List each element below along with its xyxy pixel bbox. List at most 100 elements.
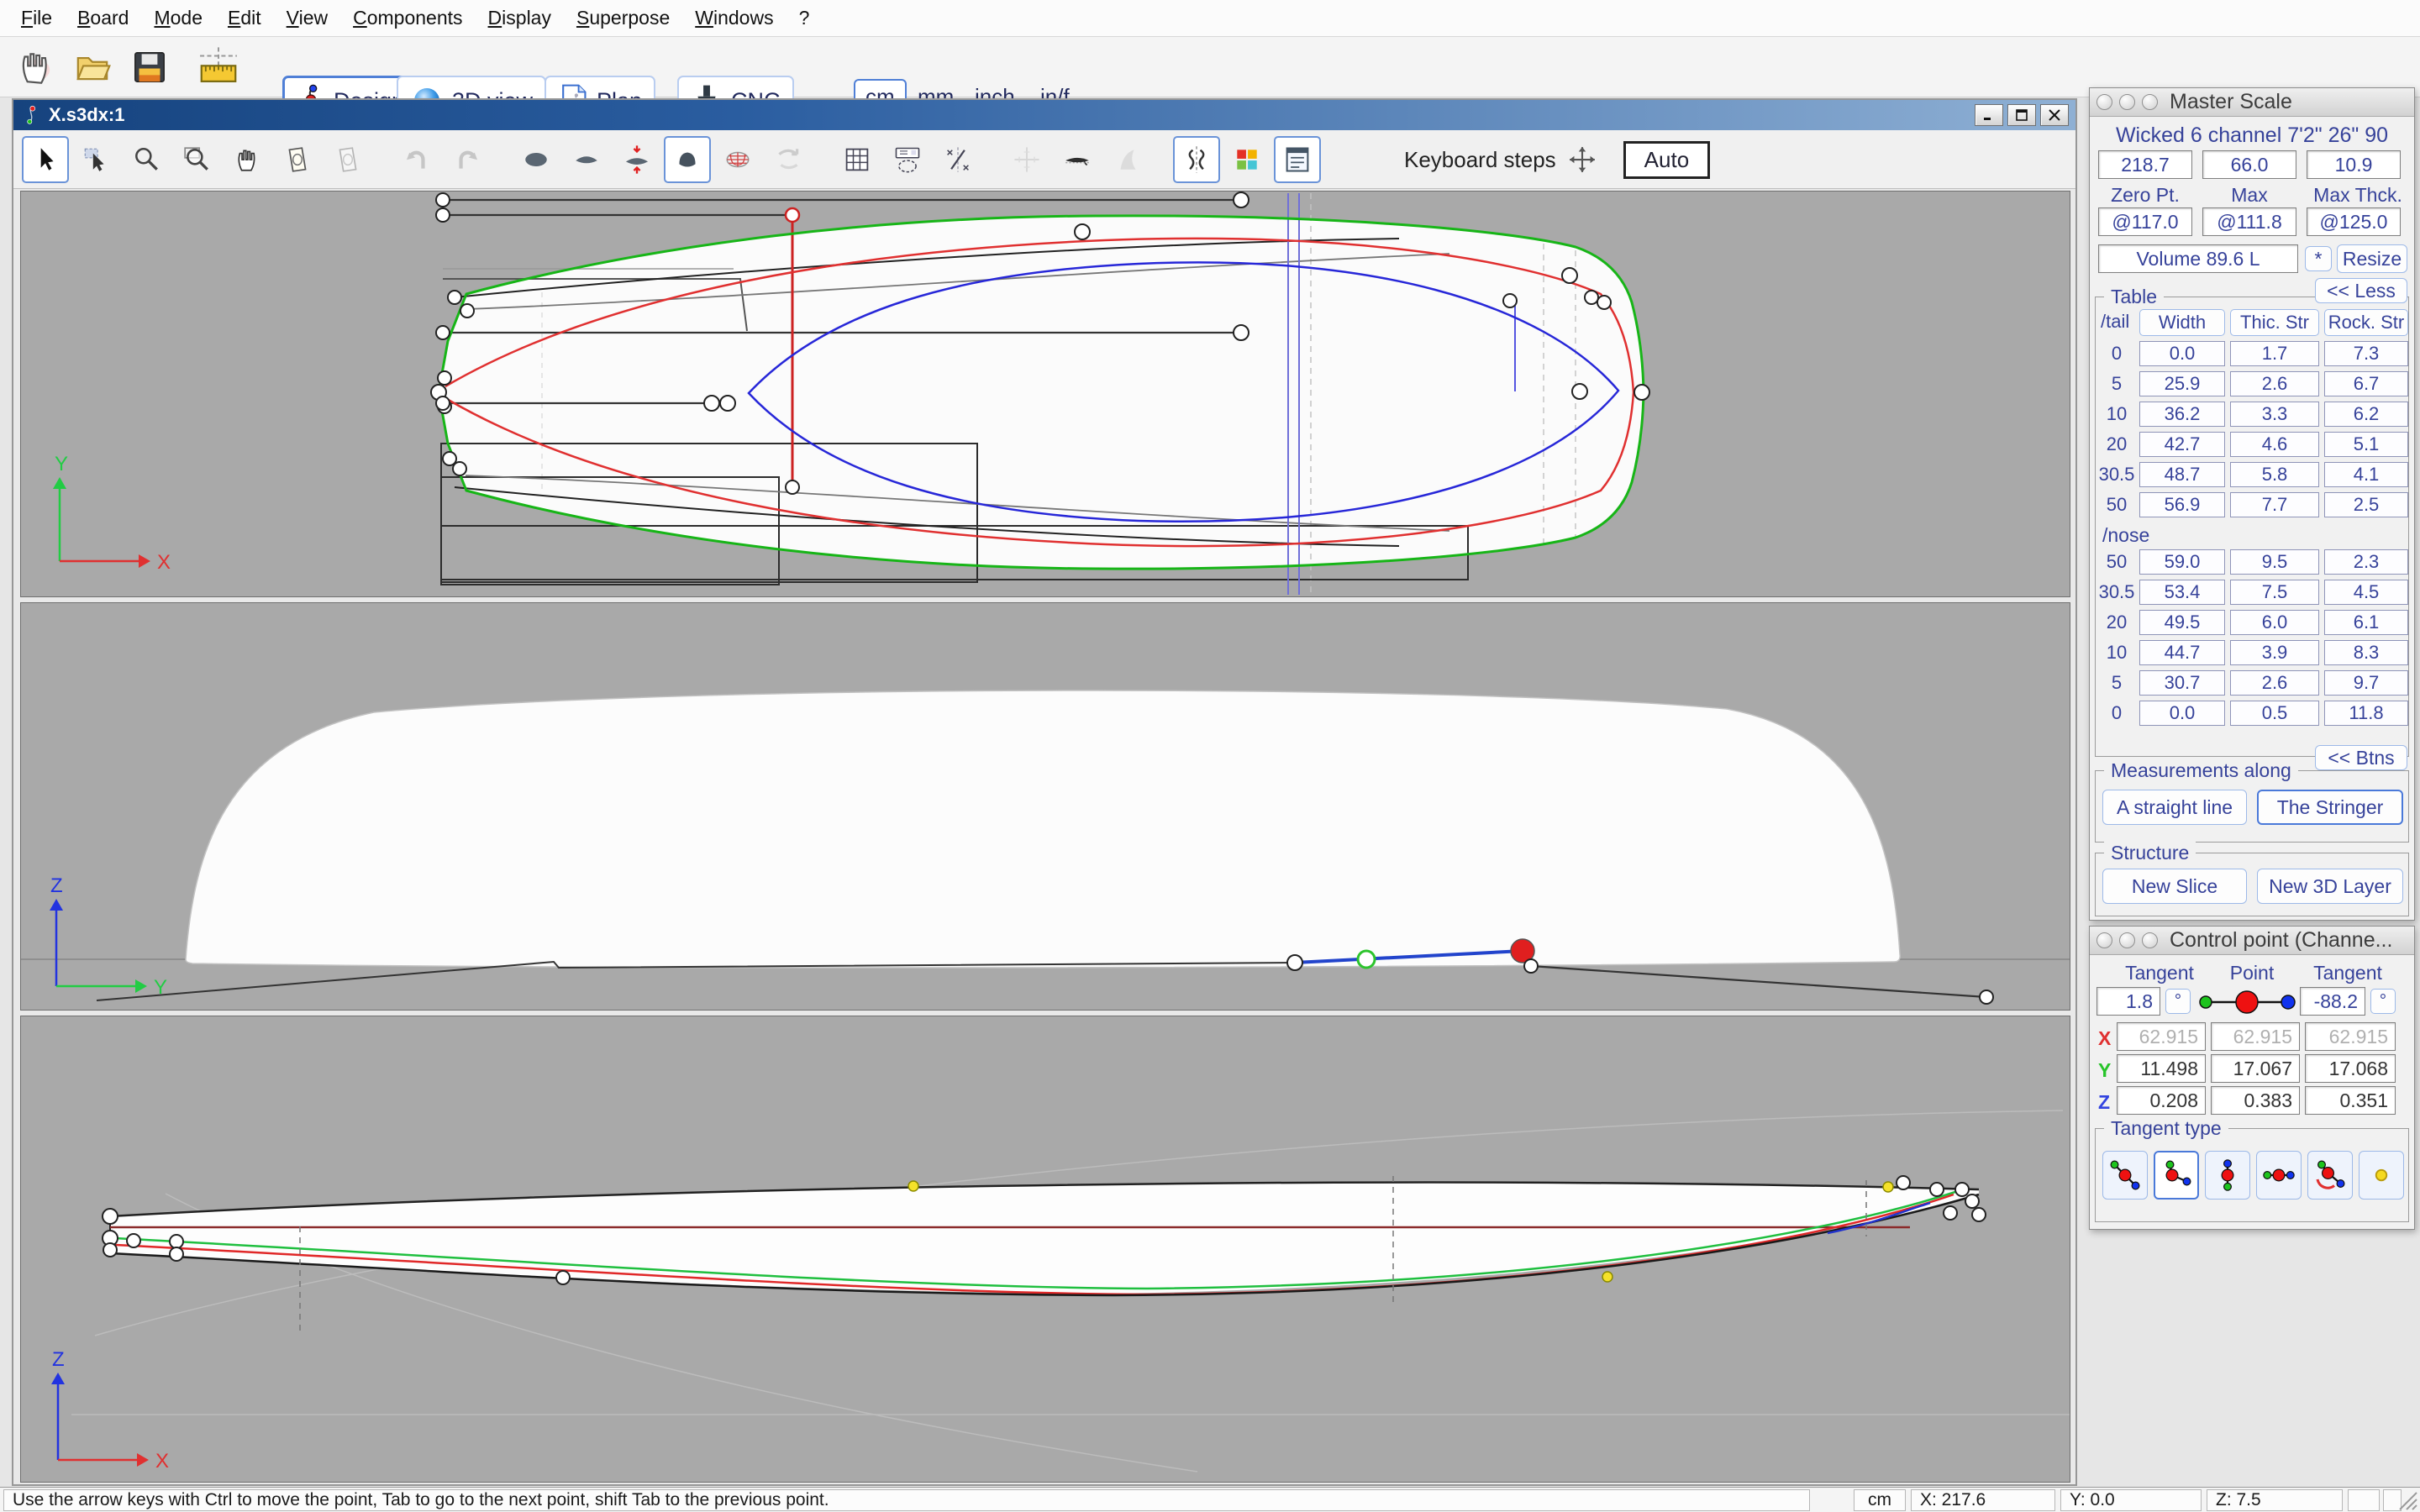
thickness-field[interactable]: 10.9	[2307, 150, 2401, 179]
cell-rock[interactable]: 9.7	[2324, 670, 2408, 696]
minimize-light-icon[interactable]	[2119, 94, 2135, 110]
cell-rock[interactable]: 2.3	[2324, 549, 2408, 575]
zoom-region-tool[interactable]	[173, 136, 220, 183]
cell-thic[interactable]: 0.5	[2230, 701, 2319, 726]
top-view-canvas[interactable]: Y X	[21, 192, 2070, 596]
flip-view-button[interactable]	[765, 136, 812, 183]
cell-width[interactable]: 0.0	[2139, 341, 2225, 366]
cell-thic[interactable]: 6.0	[2230, 610, 2319, 635]
menu-superpose[interactable]: Superpose	[564, 7, 682, 29]
rock-str-header[interactable]: Rock. Str	[2324, 309, 2408, 336]
guideline-table-button[interactable]	[834, 136, 881, 183]
minimize-light-icon[interactable]	[2119, 932, 2135, 948]
tangent-type-point-button[interactable]	[2359, 1151, 2404, 1200]
close-light-icon[interactable]	[2096, 932, 2112, 948]
minimize-button[interactable]	[1975, 104, 2003, 126]
zoom-light-icon[interactable]	[2142, 94, 2158, 110]
control-panel-toggle[interactable]	[1274, 136, 1321, 183]
menu-mode[interactable]: Mode	[141, 7, 215, 29]
menu-display[interactable]: Display	[476, 7, 564, 29]
cell-width[interactable]: 56.9	[2139, 492, 2225, 517]
new-board-button[interactable]	[12, 44, 59, 91]
cell-rock[interactable]: 4.5	[2324, 580, 2408, 605]
slices-3d-toggle[interactable]	[714, 136, 761, 183]
cell-thic[interactable]: 5.8	[2230, 462, 2319, 487]
save-button[interactable]	[126, 44, 173, 91]
cell-thic[interactable]: 2.6	[2230, 670, 2319, 696]
x-tangent-left-field[interactable]: 62.915	[2117, 1022, 2206, 1051]
x-point-field[interactable]: 62.915	[2211, 1022, 2300, 1051]
close-light-icon[interactable]	[2096, 94, 2112, 110]
auto-button[interactable]: Auto	[1623, 141, 1711, 179]
width-header[interactable]: Width	[2139, 309, 2225, 336]
cell-thic[interactable]: 4.6	[2230, 432, 2319, 457]
tangent-type-vertical-button[interactable]	[2205, 1151, 2250, 1200]
tangent-left-field[interactable]: 1.8	[2096, 987, 2160, 1016]
btns-button[interactable]: << Btns	[2315, 745, 2407, 770]
cell-rock[interactable]: 5.1	[2324, 432, 2408, 457]
cell-thic[interactable]: 7.7	[2230, 492, 2319, 517]
y-tangent-left-field[interactable]: 11.498	[2117, 1054, 2206, 1083]
tangent-type-broken-button[interactable]	[2154, 1151, 2199, 1200]
straight-line-button[interactable]: A straight line	[2102, 790, 2247, 825]
undo-button[interactable]	[393, 136, 440, 183]
slice-view-toggle[interactable]	[664, 136, 711, 183]
close-button[interactable]	[2040, 104, 2069, 126]
layout-windows-button[interactable]	[884, 136, 931, 183]
tangent-right-degree-button[interactable]: °	[2370, 989, 2396, 1014]
star-button[interactable]: *	[2305, 246, 2332, 271]
outline-view-toggle[interactable]	[513, 136, 560, 183]
marquee-select-tool[interactable]	[72, 136, 119, 183]
paste-slice-tool[interactable]	[324, 136, 371, 183]
menu-components[interactable]: Components	[340, 7, 475, 29]
width-field[interactable]: 66.0	[2202, 150, 2296, 179]
cell-thic[interactable]: 9.5	[2230, 549, 2319, 575]
tangent-type-horizontal-button[interactable]	[2256, 1151, 2302, 1200]
tangent-type-angle-button[interactable]	[2307, 1151, 2353, 1200]
open-button[interactable]	[69, 44, 116, 91]
control-point-titlebar[interactable]: Control point (Channe...	[2090, 927, 2414, 955]
board-profile-toggle[interactable]	[1054, 136, 1101, 183]
symmetry-toggle[interactable]	[1173, 136, 1220, 183]
resize-button[interactable]: Resize	[2337, 244, 2407, 273]
z-tangent-right-field[interactable]: 0.351	[2305, 1086, 2396, 1115]
cell-rock[interactable]: 7.3	[2324, 341, 2408, 366]
menu-windows[interactable]: Windows	[682, 7, 786, 29]
zoom-tool[interactable]	[123, 136, 170, 183]
cell-thic[interactable]: 3.3	[2230, 402, 2319, 427]
cell-rock[interactable]: 4.1	[2324, 462, 2408, 487]
master-scale-titlebar[interactable]: Master Scale	[2090, 88, 2414, 117]
x-tangent-right-field[interactable]: 62.915	[2305, 1022, 2396, 1051]
cell-rock[interactable]: 6.2	[2324, 402, 2408, 427]
menu-view[interactable]: View	[274, 7, 340, 29]
max-thck-field[interactable]: @125.0	[2307, 207, 2401, 236]
slice-view-canvas[interactable]: Z Y	[21, 603, 2070, 1010]
menu-file[interactable]: File	[8, 7, 65, 29]
pan-tool[interactable]	[224, 136, 271, 183]
y-point-field[interactable]: 17.067	[2211, 1054, 2300, 1083]
cell-rock[interactable]: 11.8	[2324, 701, 2408, 726]
redo-button[interactable]	[444, 136, 491, 183]
resize-grip-icon[interactable]	[2398, 1491, 2418, 1511]
measure-scale-button[interactable]	[195, 44, 242, 91]
cell-width[interactable]: 30.7	[2139, 670, 2225, 696]
tangent-right-field[interactable]: -88.2	[2300, 987, 2365, 1016]
side-view-canvas[interactable]: Z X	[21, 1016, 2070, 1482]
maximize-button[interactable]	[2007, 104, 2036, 126]
z-point-field[interactable]: 0.383	[2211, 1086, 2300, 1115]
tangent-left-degree-button[interactable]: °	[2165, 989, 2191, 1014]
rocker-view-toggle[interactable]	[563, 136, 610, 183]
menu-help[interactable]: ?	[786, 7, 823, 29]
z-tangent-left-field[interactable]: 0.208	[2117, 1086, 2206, 1115]
select-tool[interactable]	[22, 136, 69, 183]
cell-thic[interactable]: 2.6	[2230, 371, 2319, 396]
cell-thic[interactable]: 3.9	[2230, 640, 2319, 665]
length-field[interactable]: 218.7	[2098, 150, 2192, 179]
colors-button[interactable]	[1223, 136, 1270, 183]
cell-width[interactable]: 25.9	[2139, 371, 2225, 396]
cell-rock[interactable]: 8.3	[2324, 640, 2408, 665]
cell-width[interactable]: 48.7	[2139, 462, 2225, 487]
cell-width[interactable]: 49.5	[2139, 610, 2225, 635]
copy-slice-tool[interactable]	[274, 136, 321, 183]
cell-width[interactable]: 42.7	[2139, 432, 2225, 457]
